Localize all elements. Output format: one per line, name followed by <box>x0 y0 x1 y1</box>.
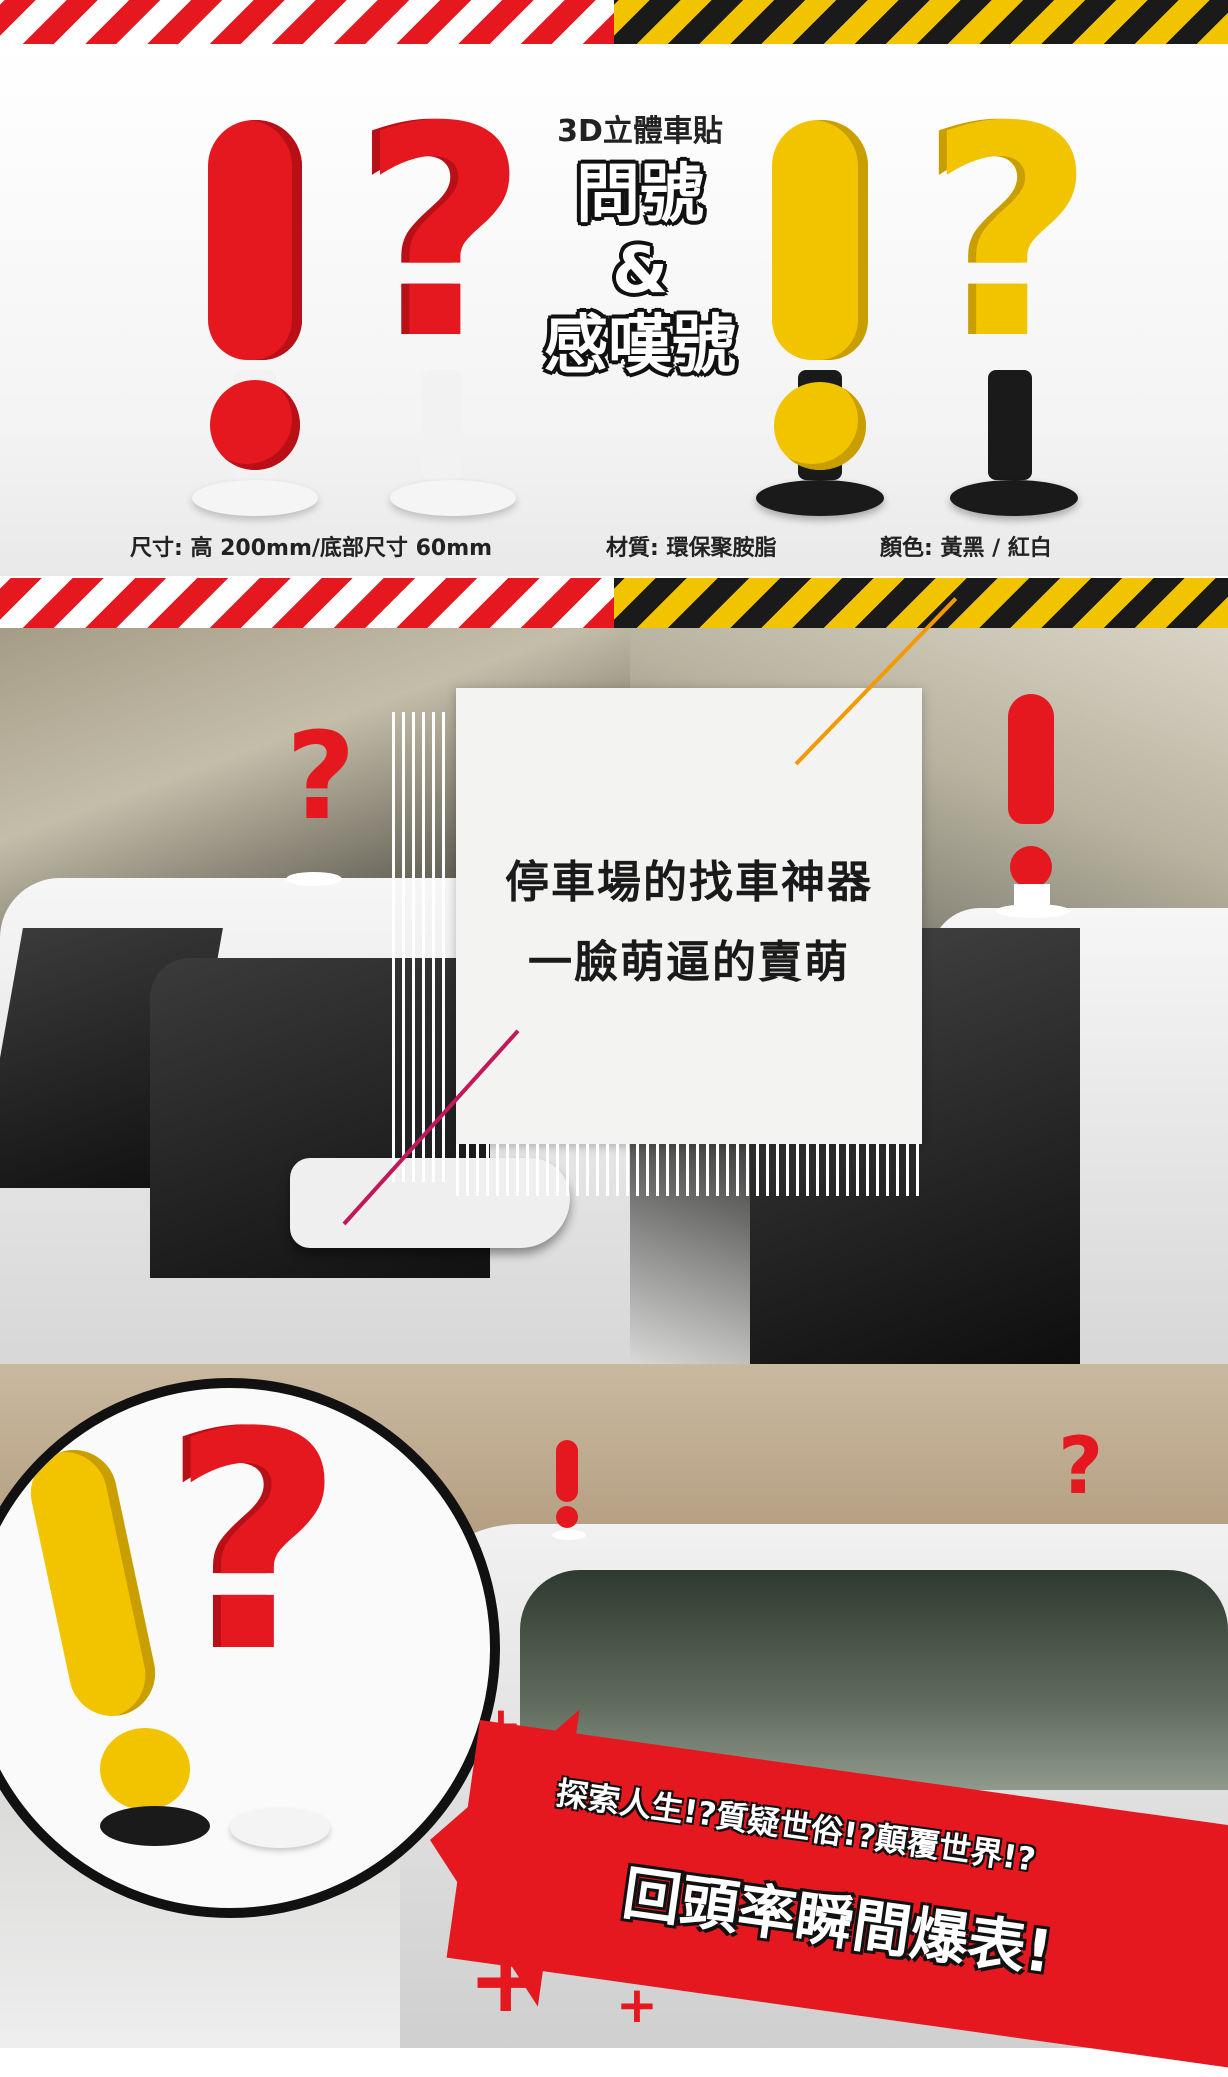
roof-question-left: ? <box>286 708 356 847</box>
yellow-exclamation-figure <box>756 120 884 560</box>
product-subtitle: 3D立體車貼 <box>557 114 723 149</box>
card-deco-lines-bottom <box>456 1144 922 1196</box>
plus-icon: + <box>468 1928 544 2033</box>
red-exclamation-figure <box>192 120 318 560</box>
roof-question-bottom: ? <box>1058 1422 1104 1512</box>
yellow-question-figure: ? <box>926 90 1096 560</box>
product-panel: ? 3D立體車貼 問號 & 感嘆號 ? <box>0 44 1228 576</box>
product-title-exclaim: 感嘆號 <box>544 309 736 384</box>
question-glyph: ? <box>360 66 529 403</box>
feature-line-1: 停車場的找車神器 <box>505 857 873 908</box>
mid-hazard-stripe <box>0 578 1228 628</box>
top-hazard-stripe <box>0 0 1228 44</box>
plus-icon: + <box>480 1696 522 1754</box>
red-question-figure: ? <box>360 90 528 560</box>
feature-card: 停車場的找車神器 一臉萌逼的賣萌 <box>456 688 922 1144</box>
spec-size: 尺寸: 高 200mm/底部尺寸 60mm <box>130 536 493 561</box>
question-glyph-yellow: ? <box>926 66 1096 403</box>
feature-line-2: 一臉萌逼的賣萌 <box>528 937 850 988</box>
inset-question: ? <box>170 1378 345 1718</box>
plus-icon: + <box>616 1976 658 2034</box>
spec-material: 材質: 環保聚胺脂 <box>606 536 777 561</box>
product-title-question: 問號 <box>576 158 704 232</box>
spec-color: 顏色: 黃黑 / 紅白 <box>880 536 1052 561</box>
product-title-amp: & <box>612 233 668 308</box>
title-block: 3D立體車貼 問號 & 感嘆號 <box>520 106 760 385</box>
